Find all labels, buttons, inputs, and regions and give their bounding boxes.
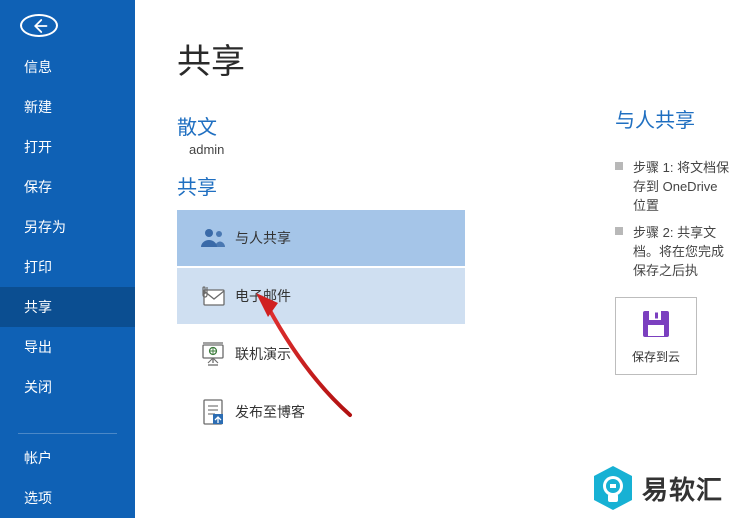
sidebar-item-label: 新建: [24, 99, 52, 115]
sidebar-item-info[interactable]: 信息: [0, 47, 135, 87]
sidebar-item-label: 关闭: [24, 379, 52, 395]
share-option-people[interactable]: 与人共享: [177, 210, 465, 266]
sidebar-item-label: 保存: [24, 179, 52, 195]
share-option-label: 联机演示: [235, 344, 291, 364]
back-button[interactable]: [20, 14, 58, 37]
sidebar-separator: [18, 433, 117, 434]
sidebar-item-label: 选项: [24, 490, 52, 506]
page-title: 共享: [177, 34, 731, 83]
save-to-cloud-button[interactable]: 保存到云: [615, 297, 697, 375]
sidebar-item-label: 打开: [24, 139, 52, 155]
sidebar-item-label: 帐户: [24, 450, 52, 466]
sidebar-item-account[interactable]: 帐户: [0, 438, 135, 478]
sidebar-item-save-as[interactable]: 另存为: [0, 207, 135, 247]
share-option-publish-blog[interactable]: 发布至博客: [177, 384, 465, 440]
people-icon: [191, 227, 235, 249]
sidebar-item-close[interactable]: 关闭: [0, 367, 135, 407]
save-cloud-icon: [640, 308, 672, 340]
step-text: 步骤 2: 共享文档。将在您完成保存之后执: [633, 222, 731, 279]
present-online-icon: [191, 341, 235, 367]
step-2: 步骤 2: 共享文档。将在您完成保存之后执: [615, 222, 731, 279]
sidebar-item-options[interactable]: 选项: [0, 478, 135, 518]
sidebar-item-label: 共享: [24, 299, 52, 315]
share-detail-panel: 与人共享 步骤 1: 将文档保存到 OneDrive 位置 步骤 2: 共享文档…: [615, 104, 731, 375]
share-options-list: 与人共享 电子邮件 联机演示 发布至博客: [177, 210, 465, 440]
arrow-left-icon: [30, 17, 48, 35]
detail-title: 与人共享: [615, 104, 731, 133]
bullet-icon: [615, 227, 623, 235]
step-text: 步骤 1: 将文档保存到 OneDrive 位置: [633, 157, 731, 214]
sidebar-item-new[interactable]: 新建: [0, 87, 135, 127]
share-option-label: 与人共享: [235, 228, 291, 248]
sidebar-item-label: 另存为: [24, 219, 66, 235]
sidebar-item-save[interactable]: 保存: [0, 167, 135, 207]
share-option-label: 电子邮件: [235, 286, 291, 306]
backstage-sidebar: 信息 新建 打开 保存 另存为 打印 共享 导出 关闭 帐户 选项: [0, 0, 135, 518]
backstage-main: 共享 散文 admin 共享 与人共享 电子邮件 联机演示 发布至博: [135, 0, 731, 518]
share-option-email[interactable]: 电子邮件: [177, 268, 465, 324]
publish-blog-icon: [191, 398, 235, 426]
step-1: 步骤 1: 将文档保存到 OneDrive 位置: [615, 157, 731, 214]
share-option-present-online[interactable]: 联机演示: [177, 326, 465, 382]
sidebar-item-label: 信息: [24, 59, 52, 75]
mail-attach-icon: [191, 284, 235, 308]
share-option-label: 发布至博客: [235, 402, 305, 422]
sidebar-item-label: 打印: [24, 259, 52, 275]
save-to-cloud-label: 保存到云: [632, 348, 680, 365]
sidebar-item-export[interactable]: 导出: [0, 327, 135, 367]
bullet-icon: [615, 162, 623, 170]
sidebar-item-label: 导出: [24, 339, 52, 355]
sidebar-item-share[interactable]: 共享: [0, 287, 135, 327]
sidebar-item-print[interactable]: 打印: [0, 247, 135, 287]
sidebar-item-open[interactable]: 打开: [0, 127, 135, 167]
